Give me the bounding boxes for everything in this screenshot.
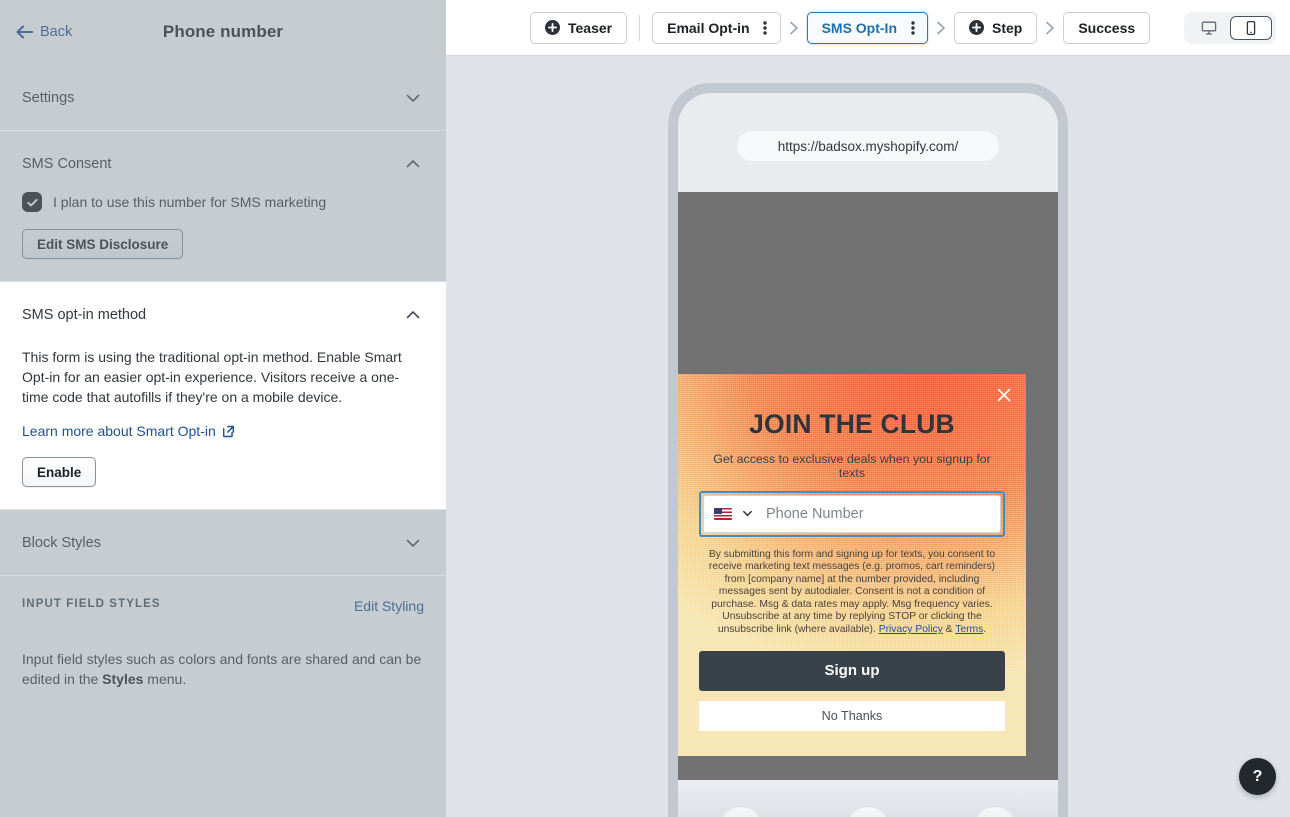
- learn-more-smart-optin-link[interactable]: Learn more about Smart Opt-in: [22, 423, 235, 439]
- signup-button[interactable]: Sign up: [699, 650, 1005, 691]
- plus-circle-icon: [545, 20, 560, 35]
- learn-more-label: Learn more about Smart Opt-in: [22, 423, 216, 439]
- step-sms-optin-menu-icon[interactable]: [903, 17, 921, 39]
- input-field-styles-title: INPUT FIELD STYLES: [22, 598, 161, 610]
- preview-stage: https://badsox.myshopify.com/ JOIN THE C…: [446, 56, 1290, 817]
- step-email-optin[interactable]: Email Opt-in: [652, 11, 781, 44]
- enable-smart-optin-button[interactable]: Enable: [22, 457, 97, 487]
- section-sms-consent-label: SMS Consent: [22, 155, 112, 172]
- section-sms-consent-body: I plan to use this number for SMS market…: [0, 192, 446, 281]
- preview-url-text: https://badsox.myshopify.com/: [777, 138, 959, 154]
- chevron-down-icon[interactable]: [402, 532, 424, 554]
- check-icon[interactable]: [22, 192, 42, 212]
- section-settings-header[interactable]: Settings: [0, 65, 446, 130]
- chevron-up-icon[interactable]: [402, 304, 424, 326]
- section-sms-consent-header[interactable]: SMS Consent: [0, 131, 446, 196]
- nav-dot-center[interactable]: [847, 807, 889, 817]
- chevron-down-icon[interactable]: [741, 507, 754, 520]
- mobile-preview-button[interactable]: [1230, 15, 1272, 40]
- steps-toolbar: Teaser Email Opt-in SMS Opt-In Step Succ…: [446, 0, 1290, 56]
- section-sms-consent: SMS Consent I plan to use this number fo…: [0, 131, 446, 282]
- section-input-field-styles: INPUT FIELD STYLES Edit Styling Input fi…: [0, 576, 446, 817]
- mobile-icon: [1243, 20, 1259, 36]
- popup-headline: JOIN THE CLUB: [749, 409, 955, 439]
- teaser-label: Teaser: [568, 19, 613, 36]
- terms-link[interactable]: Terms: [955, 624, 983, 635]
- section-sms-optin-method-label: SMS opt-in method: [22, 306, 147, 323]
- step-success-label: Success: [1078, 19, 1136, 36]
- edit-styling-link[interactable]: Edit Styling: [354, 598, 424, 614]
- sms-marketing-checkbox-label: I plan to use this number for SMS market…: [53, 194, 327, 210]
- phone-bottom-nav: [678, 780, 1058, 817]
- step-sms-optin-label: SMS Opt-In: [821, 19, 897, 36]
- nav-dot-left[interactable]: [720, 807, 762, 817]
- arrow-left-icon: [16, 25, 33, 39]
- ifs-desc-bold: Styles: [102, 671, 144, 687]
- chevron-right-icon: [781, 20, 807, 36]
- section-sms-optin-method-header[interactable]: SMS opt-in method: [0, 282, 446, 347]
- preview-area: Teaser Email Opt-in SMS Opt-In Step Succ…: [446, 0, 1290, 817]
- us-flag-icon: [714, 507, 732, 520]
- section-settings-label: Settings: [22, 89, 75, 106]
- phone-field-selection-outline[interactable]: Phone Number: [699, 490, 1005, 537]
- edit-sms-disclosure-button[interactable]: Edit SMS Disclosure: [22, 229, 184, 259]
- privacy-policy-link[interactable]: Privacy Policy: [879, 624, 943, 635]
- device-preview-toggle: [1184, 11, 1276, 44]
- sidebar-header: Back Phone number: [0, 0, 446, 65]
- section-block-styles-label: Block Styles: [22, 534, 101, 551]
- nav-dot-right[interactable]: [974, 807, 1016, 817]
- toolbar-divider: [639, 14, 641, 41]
- add-step-button[interactable]: Step: [954, 11, 1038, 44]
- form-editor-app: Back Phone number Settings SMS Consent I…: [0, 0, 1290, 817]
- plus-circle-icon: [969, 20, 984, 35]
- section-block-styles: Block Styles: [0, 510, 446, 576]
- sms-marketing-checkbox-row[interactable]: I plan to use this number for SMS market…: [22, 192, 424, 212]
- ifs-desc-before: Input field styles such as colors and fo…: [22, 651, 422, 687]
- chevron-up-icon[interactable]: [402, 153, 424, 175]
- step-email-optin-menu-icon[interactable]: [756, 17, 774, 39]
- input-field-styles-body: Input field styles such as colors and fo…: [0, 614, 446, 689]
- disclosure-separator: &: [942, 624, 956, 636]
- no-thanks-button[interactable]: No Thanks: [699, 700, 1005, 731]
- desktop-icon: [1201, 20, 1217, 36]
- phone-frame: https://badsox.myshopify.com/ JOIN THE C…: [668, 83, 1068, 817]
- help-button[interactable]: ?: [1239, 758, 1276, 795]
- chevron-right-icon: [928, 20, 954, 36]
- optin-method-description: This form is using the traditional opt-i…: [22, 349, 402, 405]
- back-label: Back: [40, 24, 73, 40]
- phone-screen: https://badsox.myshopify.com/ JOIN THE C…: [678, 93, 1058, 817]
- external-link-icon: [222, 425, 235, 438]
- phone-input-field[interactable]: Phone Number: [703, 494, 1001, 533]
- add-step-label: Step: [992, 19, 1023, 36]
- popup-subheadline: Get access to exclusive deals when you s…: [713, 451, 991, 480]
- phone-input-placeholder: Phone Number: [766, 505, 864, 522]
- section-sms-optin-method: SMS opt-in method This form is using the…: [0, 282, 446, 510]
- preview-page-body: JOIN THE CLUB Get access to exclusive de…: [678, 192, 1058, 780]
- back-button[interactable]: Back: [16, 24, 72, 40]
- disclosure-body: By submitting this form and signing up f…: [708, 548, 996, 636]
- chevron-right-icon: [1037, 20, 1063, 36]
- teaser-button[interactable]: Teaser: [530, 11, 628, 44]
- chevron-down-icon[interactable]: [402, 87, 424, 109]
- step-email-optin-label: Email Opt-in: [667, 19, 750, 36]
- desktop-preview-button[interactable]: [1188, 16, 1230, 40]
- preview-url-bar[interactable]: https://badsox.myshopify.com/: [737, 131, 999, 161]
- popup-content: JOIN THE CLUB Get access to exclusive de…: [678, 374, 1026, 731]
- disclosure-end: .: [983, 624, 987, 636]
- signup-popup: JOIN THE CLUB Get access to exclusive de…: [678, 374, 1026, 756]
- section-sms-optin-method-body: This form is using the traditional opt-i…: [0, 347, 446, 509]
- section-block-styles-header[interactable]: Block Styles: [0, 510, 446, 575]
- editor-sidebar: Back Phone number Settings SMS Consent I…: [0, 0, 446, 817]
- input-field-styles-description: Input field styles such as colors and fo…: [22, 649, 424, 689]
- ifs-desc-after: menu.: [143, 671, 187, 687]
- step-success[interactable]: Success: [1063, 11, 1151, 44]
- step-sms-optin[interactable]: SMS Opt-In: [806, 11, 928, 44]
- input-field-styles-header: INPUT FIELD STYLES Edit Styling: [0, 576, 446, 614]
- section-settings: Settings: [0, 65, 446, 131]
- sms-disclosure-text: By submitting this form and signing up f…: [699, 549, 1005, 637]
